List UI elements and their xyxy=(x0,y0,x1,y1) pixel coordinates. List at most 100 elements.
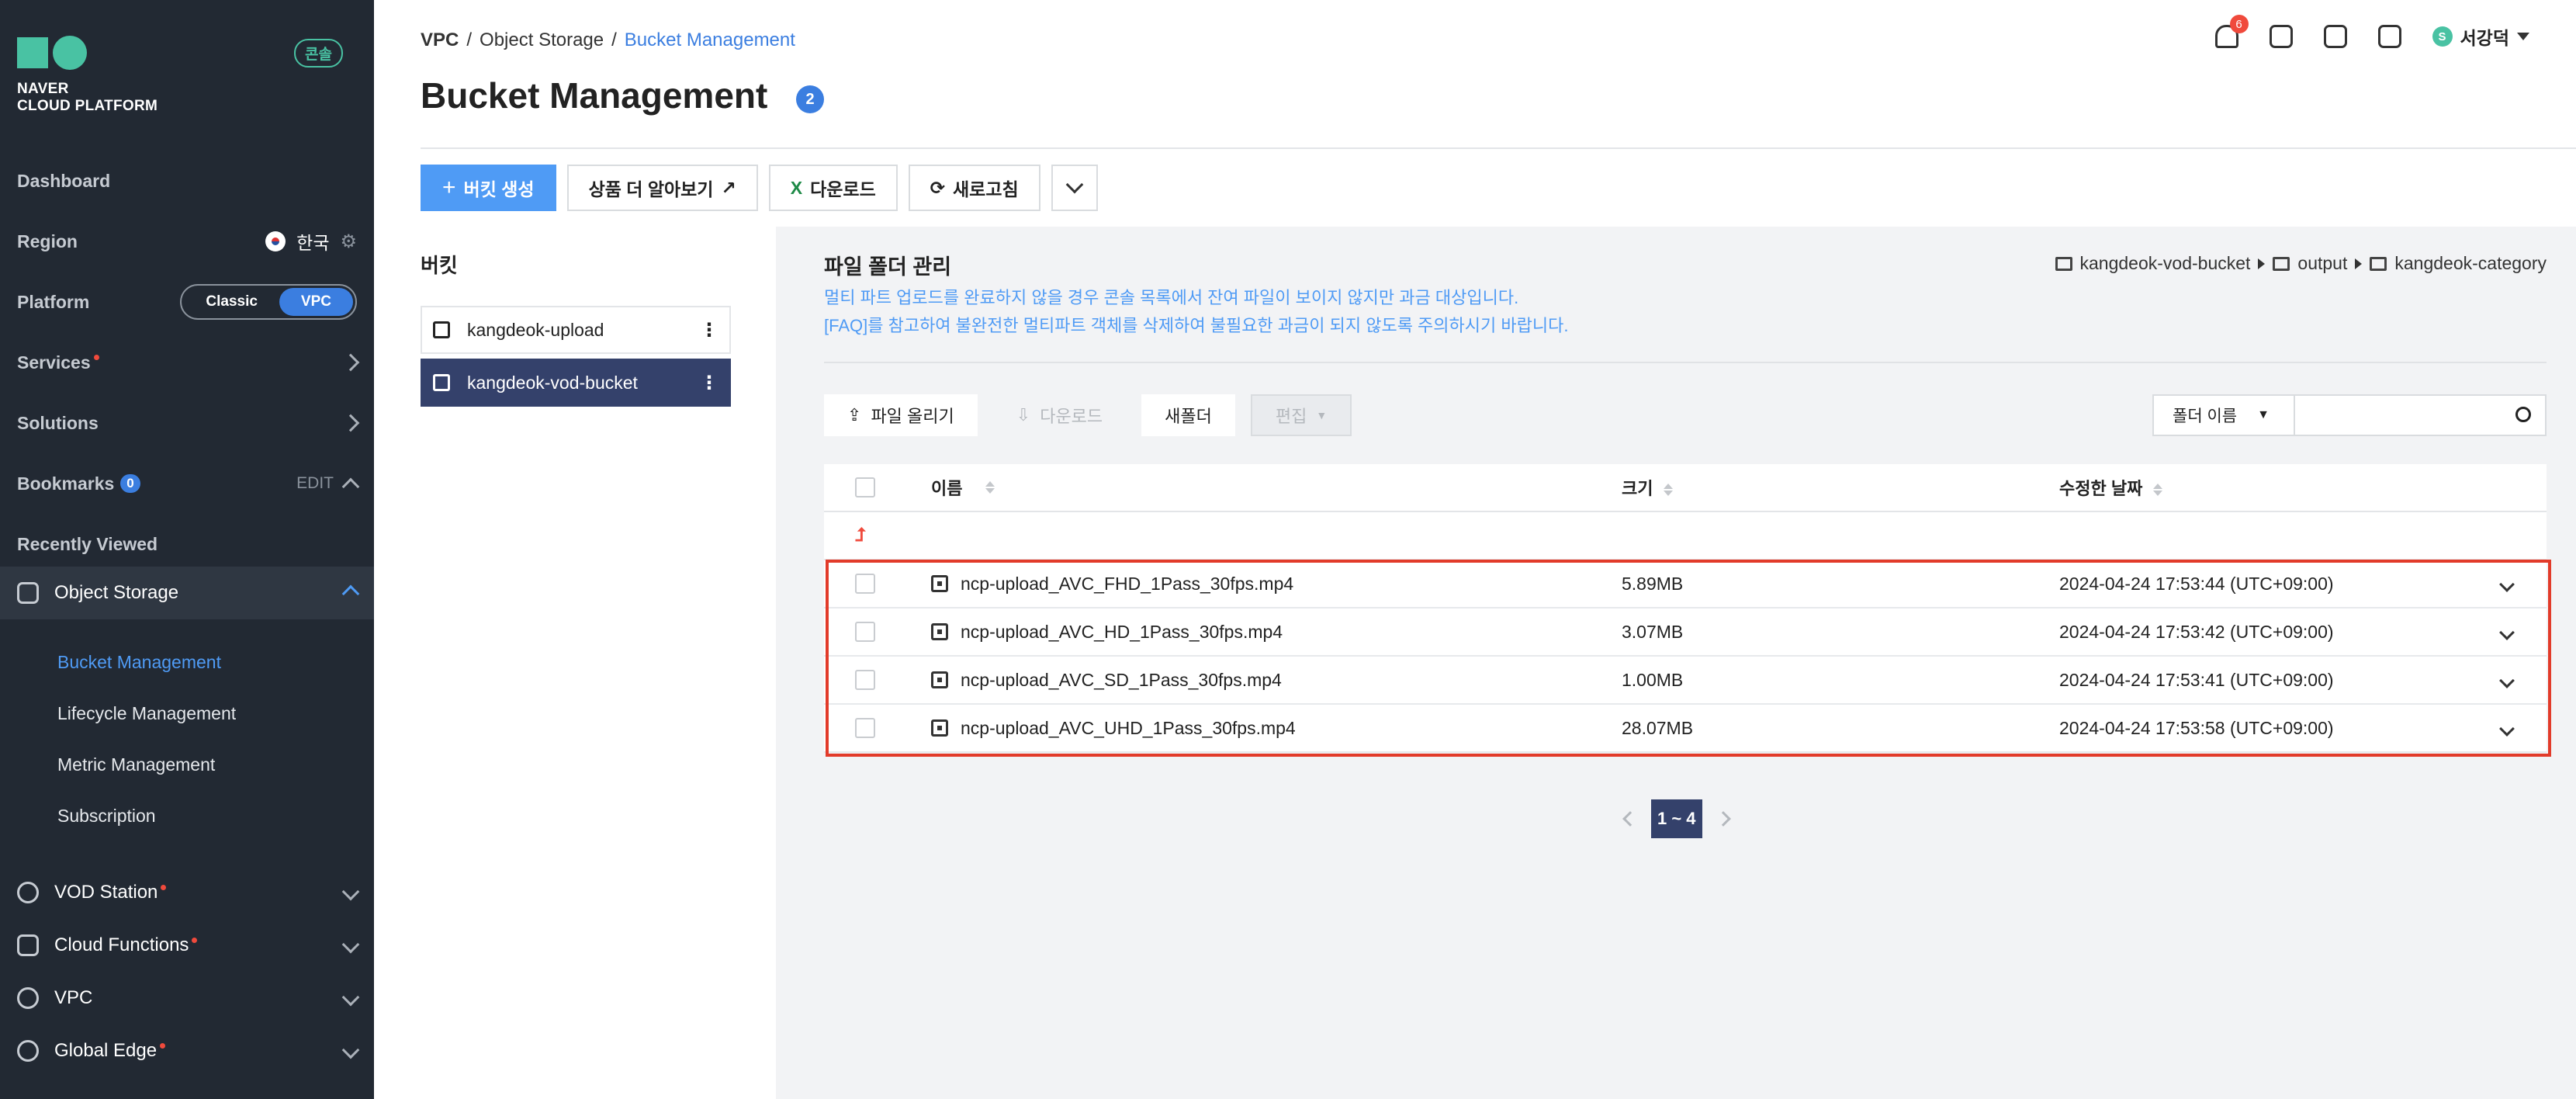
bucket-item[interactable]: kangdeok-upload ⋮ xyxy=(421,306,731,354)
expand-row-button[interactable] xyxy=(2499,670,2515,691)
path-segment[interactable]: kangdeok-category xyxy=(2394,253,2547,274)
nav-bookmarks[interactable]: Bookmarks 0 EDIT xyxy=(0,454,374,513)
file-name[interactable]: ncp-upload_AVC_SD_1Pass_30fps.mp4 xyxy=(961,670,1282,691)
sub-item-lifecycle-management[interactable]: Lifecycle Management xyxy=(57,703,236,724)
next-page-icon[interactable] xyxy=(1715,811,1731,827)
expand-row-button[interactable] xyxy=(2499,622,2515,643)
table-row[interactable]: ncp-upload_AVC_UHD_1Pass_30fps.mp4 28.07… xyxy=(824,705,2547,753)
file-name[interactable]: ncp-upload_AVC_UHD_1Pass_30fps.mp4 xyxy=(961,718,1296,739)
more-vertical-icon[interactable]: ⋮ xyxy=(700,319,718,341)
edit-label: 편집 xyxy=(1275,407,1307,426)
learn-more-button[interactable]: 상품 더 알아보기 ↗ xyxy=(566,165,758,211)
nav-global-edge[interactable]: Global Edge xyxy=(0,1024,374,1077)
breadcrumb-vpc[interactable]: VPC xyxy=(421,29,459,51)
file-modified: 2024-04-24 17:53:44 (UTC+09:00) xyxy=(2059,573,2334,594)
file-name[interactable]: ncp-upload_AVC_HD_1Pass_30fps.mp4 xyxy=(961,622,1283,643)
global-edge-icon xyxy=(17,1040,39,1062)
more-dropdown-button[interactable] xyxy=(1051,165,1098,211)
chat-icon[interactable] xyxy=(2269,25,2293,48)
bell-icon[interactable]: 6 xyxy=(2214,15,2249,48)
table-row[interactable]: ncp-upload_AVC_SD_1Pass_30fps.mp4 1.00MB… xyxy=(824,657,2547,705)
sub-item-bucket-management[interactable]: Bucket Management xyxy=(57,652,221,673)
file-name[interactable]: ncp-upload_AVC_FHD_1Pass_30fps.mp4 xyxy=(961,574,1293,595)
col-date-header[interactable]: 수정한 날짜 xyxy=(2059,475,2163,500)
refresh-button[interactable]: ⟳ 새로고침 xyxy=(908,165,1040,211)
learn-more-label: 상품 더 알아보기 xyxy=(588,179,714,199)
row-checkbox[interactable] xyxy=(855,574,875,594)
chevron-down-icon xyxy=(2499,624,2515,640)
expand-row-button[interactable] xyxy=(2499,574,2515,595)
multipart-notice: 멀티 파트 업로드를 완료하지 않을 경우 콘솔 목록에서 잔여 파일이 보이지… xyxy=(824,288,1519,307)
nav-object-storage[interactable]: Object Storage xyxy=(0,567,374,619)
title-help-badge[interactable]: 2 xyxy=(796,85,824,113)
sub-item-metric-management[interactable]: Metric Management xyxy=(57,754,215,775)
header-divider xyxy=(421,147,2576,149)
platform-vpc-option[interactable]: VPC xyxy=(279,288,353,316)
table-row[interactable]: ncp-upload_AVC_HD_1Pass_30fps.mp4 3.07MB… xyxy=(824,608,2547,657)
nav-recently-viewed[interactable]: Recently Viewed xyxy=(0,515,374,574)
platform-classic-option[interactable]: Classic xyxy=(184,288,279,316)
more-vertical-icon[interactable]: ⋮ xyxy=(700,372,718,394)
video-file-icon xyxy=(931,575,948,592)
download-file-button[interactable]: ⇩ 다운로드 xyxy=(993,394,1126,436)
gear-icon[interactable]: ⚙ xyxy=(340,231,357,253)
search-field-select[interactable]: 폴더 이름 ▼ xyxy=(2152,394,2295,436)
chevron-up-icon[interactable] xyxy=(341,477,360,496)
row-checkbox[interactable] xyxy=(855,718,875,738)
nav-region[interactable]: Region 한국 ⚙ xyxy=(0,212,374,271)
sub-item-subscription[interactable]: Subscription xyxy=(57,806,156,827)
search-input[interactable] xyxy=(2295,394,2547,436)
breadcrumb-bucket-management[interactable]: Bucket Management xyxy=(625,29,795,51)
book-icon[interactable] xyxy=(2377,25,2401,48)
edit-dropdown-button[interactable]: 편집 ▼ xyxy=(1250,394,1352,436)
edit-note-icon[interactable] xyxy=(2323,25,2347,48)
bookmarks-edit-button[interactable]: EDIT xyxy=(296,474,334,493)
breadcrumb-object-storage[interactable]: Object Storage xyxy=(480,29,604,51)
region-label: Region xyxy=(17,231,78,251)
sort-icon xyxy=(985,481,995,494)
bucket-panel: 버킷 kangdeok-upload ⋮ kangdeok-vod-bucket… xyxy=(374,227,776,1099)
nav-vpc[interactable]: VPC xyxy=(0,972,374,1024)
video-file-icon xyxy=(931,719,948,737)
row-checkbox[interactable] xyxy=(855,670,875,690)
console-badge[interactable]: 콘솔 xyxy=(294,39,343,68)
divider xyxy=(824,362,2547,363)
file-modified: 2024-04-24 17:53:41 (UTC+09:00) xyxy=(2059,669,2334,690)
nav-services[interactable]: Services xyxy=(0,333,374,392)
upload-file-button[interactable]: ⇪ 파일 올리기 xyxy=(824,394,978,436)
bucket-item-selected[interactable]: kangdeok-vod-bucket ⋮ xyxy=(421,359,731,407)
nav-platform: Platform Classic VPC xyxy=(0,272,374,331)
prev-page-icon[interactable] xyxy=(1622,811,1638,827)
cloud-functions-icon xyxy=(17,934,39,956)
download-excel-button[interactable]: X 다운로드 xyxy=(768,165,898,211)
chevron-down-icon xyxy=(341,988,360,1007)
row-checkbox[interactable] xyxy=(855,622,875,642)
parent-folder-row[interactable]: ⮥ xyxy=(824,512,2547,560)
nav-vod-station[interactable]: VOD Station xyxy=(0,866,374,919)
global-edge-label: Global Edge xyxy=(54,1040,158,1061)
platform-toggle[interactable]: Classic VPC xyxy=(180,284,357,320)
col-name-header[interactable]: 이름 xyxy=(931,475,995,500)
table-row[interactable]: ncp-upload_AVC_FHD_1Pass_30fps.mp4 5.89M… xyxy=(824,560,2547,608)
search-icon[interactable] xyxy=(2515,407,2531,422)
bookmarks-count-badge: 0 xyxy=(120,474,140,493)
new-dot xyxy=(160,1042,166,1049)
user-menu[interactable]: S 서강덕 xyxy=(2432,23,2529,50)
nav-cloud-functions[interactable]: Cloud Functions xyxy=(0,919,374,972)
upload-icon: ⇪ xyxy=(847,405,862,425)
select-all-checkbox[interactable] xyxy=(855,477,875,497)
faq-notice[interactable]: [FAQ]를 참고하여 불완전한 멀티파트 객체를 삭제하여 불필요한 과금이 … xyxy=(824,312,1568,337)
path-segment[interactable]: output xyxy=(2297,253,2347,274)
brand-logo[interactable]: NAVER CLOUD PLATFORM xyxy=(17,36,158,115)
expand-row-button[interactable] xyxy=(2499,718,2515,739)
path-segment[interactable]: kangdeok-vod-bucket xyxy=(2080,253,2251,274)
nav-solutions[interactable]: Solutions xyxy=(0,393,374,452)
file-toolbar: ⇪ 파일 올리기 ⇩ 다운로드 새폴더 편집 ▼ xyxy=(824,394,1352,436)
nav-dashboard[interactable]: Dashboard xyxy=(0,151,374,210)
col-size-header[interactable]: 크기 xyxy=(1622,475,1674,500)
download-icon: ⇩ xyxy=(1016,405,1031,425)
current-page[interactable]: 1 ~ 4 xyxy=(1651,799,1702,838)
create-bucket-button[interactable]: + 버킷 생성 xyxy=(421,165,556,211)
new-folder-button[interactable]: 새폴더 xyxy=(1141,394,1235,436)
file-size: 5.89MB xyxy=(1622,573,1684,594)
